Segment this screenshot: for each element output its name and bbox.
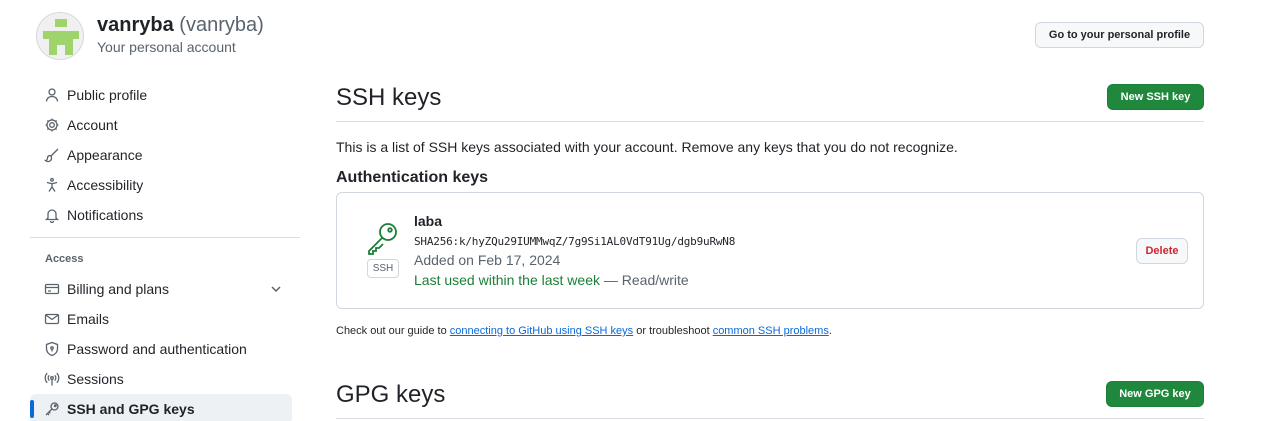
- user-login: (vanryba): [179, 14, 264, 36]
- new-ssh-key-button[interactable]: New SSH key: [1107, 84, 1204, 110]
- sidebar-item-public-profile[interactable]: Public profile: [30, 80, 292, 110]
- access-heading: Access: [45, 253, 84, 265]
- section-divider: [336, 418, 1204, 419]
- sidebar-item-password-auth[interactable]: Password and authentication: [30, 334, 292, 364]
- bell-icon: [44, 207, 60, 223]
- sidebar-item-accessibility[interactable]: Accessibility: [30, 170, 292, 200]
- ssh-keys-description: This is a list of SSH keys associated wi…: [336, 139, 958, 155]
- person-icon: [44, 87, 60, 103]
- ssh-key-fingerprint: SHA256:k/hyZQu29IUMMwqZ/7g9Si1AL0VdT91Ug…: [414, 235, 736, 248]
- ssh-keys-title: SSH keys: [336, 84, 442, 111]
- gear-icon: [44, 117, 60, 133]
- guide-suffix: .: [828, 325, 832, 337]
- sidebar-item-account[interactable]: Account: [30, 110, 292, 140]
- sidebar-item-sessions[interactable]: Sessions: [30, 364, 292, 394]
- authentication-keys-heading: Authentication keys: [336, 169, 489, 186]
- ssh-key-added-date: Added on Feb 17, 2024: [414, 252, 561, 268]
- guide-middle: or troubleshoot: [633, 325, 713, 337]
- mail-icon: [44, 311, 60, 327]
- delete-ssh-key-button[interactable]: Delete: [1136, 238, 1188, 264]
- ssh-key-usage: Last used within the last week — Read/wr…: [414, 272, 689, 288]
- sidebar-item-appearance[interactable]: Appearance: [30, 140, 292, 170]
- credit-card-icon: [44, 281, 60, 297]
- section-divider: [336, 121, 1204, 122]
- gpg-keys-title: GPG keys: [336, 381, 446, 408]
- ssh-key-last-used: Last used within the last week: [414, 272, 600, 288]
- sidebar-item-label: Appearance: [67, 147, 143, 163]
- sidebar-item-label: Password and authentication: [67, 341, 247, 357]
- user-name-text: vanryba: [97, 14, 174, 36]
- go-to-profile-button[interactable]: Go to your personal profile: [1035, 22, 1204, 48]
- sidebar-item-notifications[interactable]: Notifications: [30, 200, 292, 230]
- accessibility-icon: [44, 177, 60, 193]
- ssh-badge: SSH: [367, 259, 399, 278]
- sidebar-item-label: Account: [67, 117, 118, 133]
- sidebar-item-label: Notifications: [67, 207, 144, 223]
- user-display-name: vanryba (vanryba): [97, 14, 264, 37]
- ssh-guide-text: Check out our guide to connecting to Git…: [336, 325, 832, 337]
- chevron-down-icon[interactable]: [268, 281, 284, 297]
- sidebar-item-label: Public profile: [67, 87, 148, 103]
- sidebar-item-label: Sessions: [67, 371, 124, 387]
- sidebar-item-label: Accessibility: [67, 177, 144, 193]
- ssh-key-icon: [368, 223, 397, 255]
- sidebar-item-label: Billing and plans: [67, 281, 169, 297]
- broadcast-icon: [44, 371, 60, 387]
- avatar[interactable]: [36, 12, 84, 60]
- shield-lock-icon: [44, 341, 60, 357]
- sidebar-item-label: Emails: [67, 311, 110, 327]
- new-gpg-key-button[interactable]: New GPG key: [1106, 381, 1204, 407]
- sidebar-item-billing[interactable]: Billing and plans: [30, 274, 292, 304]
- ssh-key-item: [336, 192, 1204, 309]
- connecting-ssh-guide-link[interactable]: connecting to GitHub using SSH keys: [450, 325, 633, 337]
- guide-prefix: Check out our guide to: [336, 325, 450, 337]
- sidebar-item-emails[interactable]: Emails: [30, 304, 292, 334]
- sidebar-divider: [30, 237, 300, 238]
- ssh-problems-link[interactable]: common SSH problems: [713, 325, 829, 337]
- ssh-key-title: laba: [414, 213, 443, 229]
- account-subtitle: Your personal account: [97, 39, 236, 55]
- ssh-key-access: — Read/write: [600, 272, 689, 288]
- paintbrush-icon: [44, 147, 60, 163]
- key-icon: [44, 401, 60, 417]
- sidebar-item-label: SSH and GPG keys: [67, 401, 195, 417]
- sidebar-item-ssh-gpg-keys[interactable]: SSH and GPG keys: [30, 394, 292, 421]
